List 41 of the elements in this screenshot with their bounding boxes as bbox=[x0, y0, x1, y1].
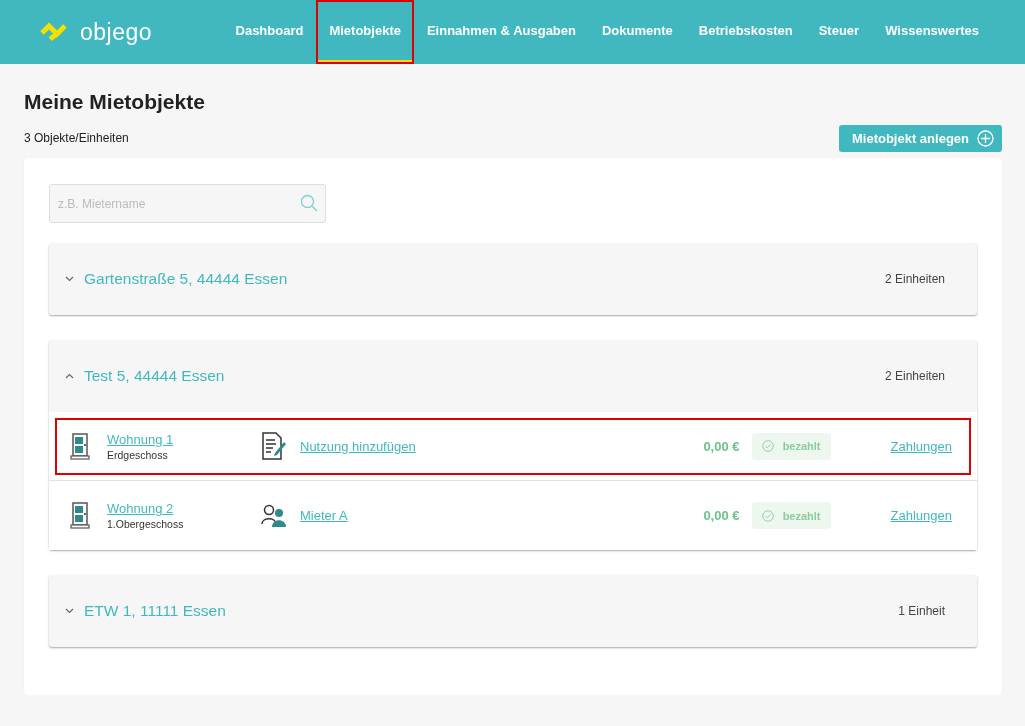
object-count: 3 Objekte/Einheiten bbox=[24, 131, 130, 145]
unit-count: 2 Einheiten bbox=[884, 272, 945, 286]
floor-label: Erdgeschoss bbox=[107, 448, 169, 461]
unit-link[interactable]: Wohnung 1 bbox=[107, 431, 261, 447]
nav-tab[interactable]: Wissenswertes bbox=[872, 0, 992, 64]
people-icon bbox=[261, 503, 287, 528]
status-badge: bezahlt bbox=[751, 502, 831, 529]
search-field[interactable]: z.B. Mietername bbox=[49, 184, 326, 223]
nav-tab[interactable]: Einnahmen & Ausgaben bbox=[413, 0, 589, 64]
add-usage-link[interactable]: Nutzung hinzufügen bbox=[300, 438, 416, 454]
document-pen-icon bbox=[261, 432, 287, 460]
search-icon bbox=[300, 194, 318, 212]
unit-count: 1 Einheit bbox=[898, 604, 945, 618]
chevron-down-icon[interactable] bbox=[65, 608, 74, 614]
amount: 0,00 € bbox=[703, 438, 740, 454]
plus-circle-icon bbox=[977, 130, 994, 147]
property-address[interactable]: Test 5, 44444 Essen bbox=[84, 367, 225, 385]
floor-label: 1.Obergeschoss bbox=[107, 518, 185, 530]
chevron-up-icon[interactable] bbox=[65, 373, 74, 379]
nav-tab[interactable]: Dokumente bbox=[589, 0, 686, 64]
nav-tab[interactable]: Dashboard bbox=[222, 0, 317, 64]
logo-text: objego bbox=[80, 18, 153, 46]
door-icon bbox=[70, 432, 90, 460]
nav-tab[interactable]: Steuer bbox=[805, 0, 873, 64]
page-title: Meine Mietobjekte bbox=[24, 90, 205, 114]
nav-tab[interactable]: Betriebskosten bbox=[685, 0, 806, 64]
property-address[interactable]: Gartenstraße 5, 44444 Essen bbox=[84, 270, 288, 288]
nav-tab[interactable]: Mietobjekte bbox=[316, 0, 414, 64]
tenant-link[interactable]: Mieter A bbox=[300, 508, 348, 523]
unit-count: 2 Einheiten bbox=[884, 369, 945, 383]
check-circle-icon bbox=[761, 507, 774, 524]
payments-link[interactable]: Zahlungen bbox=[890, 438, 952, 454]
payments-link[interactable]: Zahlungen bbox=[890, 508, 952, 523]
door-icon bbox=[70, 502, 90, 529]
chevron-down-icon[interactable] bbox=[65, 276, 74, 282]
amount: 0,00 € bbox=[703, 508, 740, 523]
status-badge: bezahlt bbox=[751, 432, 831, 460]
add-property-button[interactable]: Mietobjekt anlegen bbox=[838, 125, 1002, 152]
check-circle-icon bbox=[761, 438, 774, 454]
unit-link[interactable]: Wohnung 2 bbox=[107, 501, 261, 516]
property-address[interactable]: ETW 1, 11111 Essen bbox=[84, 602, 226, 620]
